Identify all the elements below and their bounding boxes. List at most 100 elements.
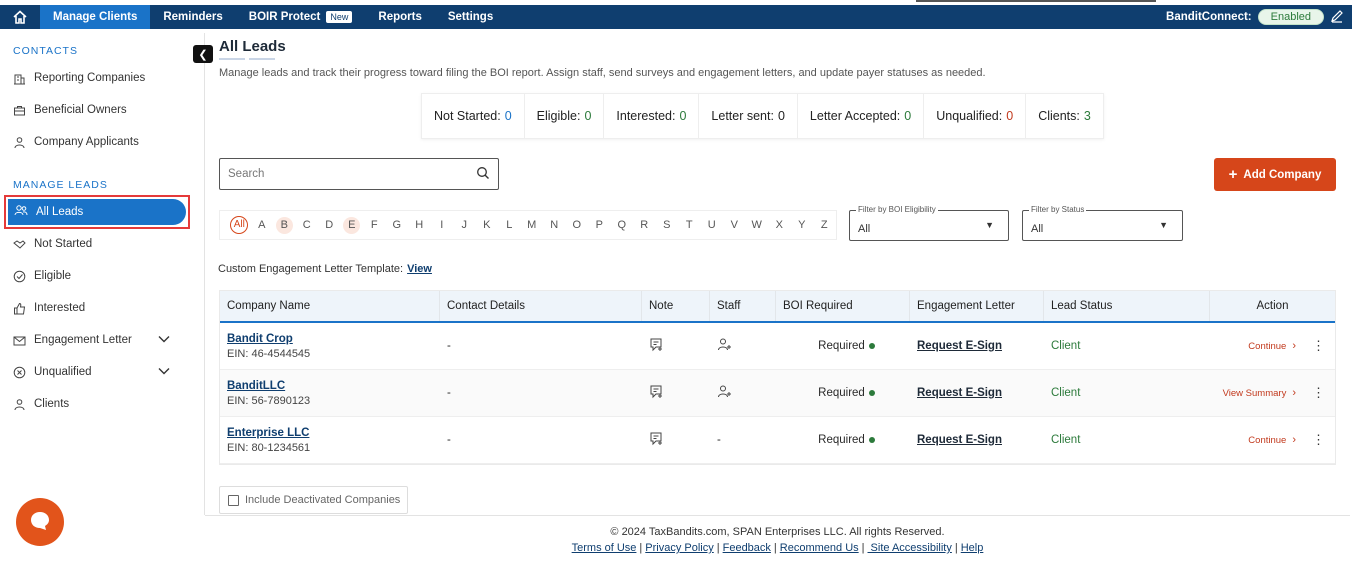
- boi-required-text: Required: [818, 387, 865, 399]
- alpha-filter-i[interactable]: I: [431, 219, 454, 231]
- chevron-right-icon[interactable]: ›: [1292, 434, 1296, 446]
- alpha-filter-c[interactable]: C: [296, 219, 319, 231]
- ein-text: EIN: 46-4544545: [227, 347, 311, 360]
- request-esign-link[interactable]: Request E-Sign: [917, 387, 1044, 399]
- alpha-filter-n[interactable]: N: [543, 219, 566, 231]
- add-note-icon[interactable]: [649, 337, 710, 355]
- search-icon[interactable]: [476, 166, 490, 183]
- chevron-right-icon[interactable]: ›: [1292, 387, 1296, 399]
- alpha-filter-p[interactable]: P: [588, 219, 611, 231]
- nav-manage-clients[interactable]: Manage Clients: [40, 5, 151, 29]
- sidebar-item-beneficial-owners[interactable]: Beneficial Owners: [13, 100, 127, 120]
- stat-clients[interactable]: Clients: 3: [1026, 94, 1103, 138]
- edit-icon[interactable]: [1330, 9, 1344, 26]
- alpha-filter-m[interactable]: M: [521, 219, 544, 231]
- sidebar-item-company-applicants[interactable]: Company Applicants: [13, 132, 139, 152]
- continue-link[interactable]: Continue: [1248, 435, 1286, 446]
- terms-link[interactable]: Terms of Use: [572, 542, 637, 554]
- alpha-filter-r[interactable]: R: [633, 219, 656, 231]
- stat-value: 0: [584, 109, 592, 123]
- status-filter[interactable]: Filter by Status All ▼: [1022, 205, 1183, 241]
- alpha-filter-j[interactable]: J: [453, 219, 476, 231]
- alpha-filter-b[interactable]: B: [273, 216, 296, 234]
- request-esign-link[interactable]: Request E-Sign: [917, 340, 1044, 352]
- chevron-down-icon[interactable]: [158, 332, 170, 346]
- collapse-sidebar-button[interactable]: ❮: [193, 45, 213, 63]
- nav-reminders[interactable]: Reminders: [150, 5, 235, 29]
- stat-eligible[interactable]: Eligible: 0: [525, 94, 605, 138]
- sidebar-item-not-started[interactable]: Not Started: [13, 234, 92, 254]
- alpha-filter-y[interactable]: Y: [791, 219, 814, 231]
- add-company-button[interactable]: + Add Company: [1214, 158, 1336, 191]
- accessibility-link[interactable]: Site Accessibility: [868, 542, 952, 554]
- alpha-filter-all[interactable]: All: [228, 216, 251, 234]
- company-name-link[interactable]: Enterprise LLC: [227, 427, 440, 439]
- stat-interested[interactable]: Interested: 0: [604, 94, 700, 138]
- more-options-icon[interactable]: ⋮: [1312, 338, 1325, 354]
- template-view-link[interactable]: View: [407, 263, 432, 275]
- stat-not-started[interactable]: Not Started: 0: [422, 94, 525, 138]
- alpha-filter-k[interactable]: K: [476, 219, 499, 231]
- status-dot: [868, 437, 875, 443]
- bandit-connect-status[interactable]: Enabled: [1257, 9, 1324, 25]
- alpha-filter-u[interactable]: U: [701, 219, 724, 231]
- chat-button[interactable]: [16, 498, 64, 546]
- sidebar-item-eligible[interactable]: Eligible: [13, 266, 71, 286]
- view-summary-link[interactable]: View Summary: [1223, 388, 1287, 399]
- stat-letter-sent[interactable]: Letter sent: 0: [699, 94, 798, 138]
- alpha-filter-l[interactable]: L: [498, 219, 521, 231]
- alpha-filter-h[interactable]: H: [408, 219, 431, 231]
- alpha-filter-s[interactable]: S: [656, 219, 679, 231]
- alpha-filter-z[interactable]: Z: [813, 219, 836, 231]
- continue-link[interactable]: Continue: [1248, 341, 1286, 352]
- alpha-filter-f[interactable]: F: [363, 219, 386, 231]
- alpha-filter-e[interactable]: E: [341, 216, 364, 234]
- lead-status-text: Client: [1051, 340, 1081, 352]
- chevron-right-icon[interactable]: ›: [1292, 340, 1296, 352]
- company-name-link[interactable]: Bandit Crop: [227, 333, 440, 345]
- nav-settings[interactable]: Settings: [435, 5, 506, 29]
- alpha-filter-q[interactable]: Q: [611, 219, 634, 231]
- help-link[interactable]: Help: [961, 542, 984, 554]
- search-input[interactable]: [228, 168, 476, 180]
- include-deactivated-toggle[interactable]: Include Deactivated Companies: [219, 486, 408, 514]
- sidebar-item-all-leads[interactable]: All Leads: [8, 199, 186, 225]
- alpha-filter-t[interactable]: T: [678, 219, 701, 231]
- sidebar-item-engagement-letter[interactable]: Engagement Letter: [13, 330, 132, 350]
- alpha-filter-g[interactable]: G: [386, 219, 409, 231]
- status-cell: Client: [1044, 417, 1210, 463]
- request-esign-link[interactable]: Request E-Sign: [917, 434, 1044, 446]
- add-note-icon[interactable]: [649, 384, 710, 402]
- alpha-filter-a[interactable]: A: [251, 219, 274, 231]
- company-name-link[interactable]: BanditLLC: [227, 380, 440, 392]
- alpha-filter-v[interactable]: V: [723, 219, 746, 231]
- chevron-down-icon[interactable]: [158, 364, 170, 378]
- more-options-icon[interactable]: ⋮: [1312, 385, 1325, 401]
- stat-unqualified[interactable]: Unqualified: 0: [924, 94, 1027, 138]
- nav-boir-protect[interactable]: BOIR Protect New: [236, 5, 366, 29]
- bandit-connect: BanditConnect: Enabled: [1166, 9, 1352, 26]
- sidebar-item-unqualified[interactable]: Unqualified: [13, 362, 92, 382]
- deactivated-checkbox[interactable]: [228, 494, 239, 506]
- note-cell: [642, 417, 710, 463]
- add-note-icon[interactable]: [649, 431, 710, 449]
- alpha-filter-x[interactable]: X: [768, 219, 791, 231]
- recommend-link[interactable]: Recommend Us: [780, 542, 859, 554]
- assign-staff-icon[interactable]: [717, 384, 776, 402]
- sidebar-item-interested[interactable]: Interested: [13, 298, 85, 318]
- boi-eligibility-filter[interactable]: Filter by BOI Eligibility All ▼: [849, 205, 1009, 241]
- alpha-filter-w[interactable]: W: [746, 219, 769, 231]
- sidebar-item-clients[interactable]: Clients: [13, 394, 69, 414]
- assign-staff-icon[interactable]: [717, 337, 776, 355]
- sidebar-item-reporting-companies[interactable]: Reporting Companies: [13, 68, 145, 88]
- more-options-icon[interactable]: ⋮: [1312, 432, 1325, 448]
- nav-reports[interactable]: Reports: [365, 5, 434, 29]
- stat-letter-accepted[interactable]: Letter Accepted: 0: [798, 94, 925, 138]
- alpha-filter-o[interactable]: O: [566, 219, 589, 231]
- col-company-name[interactable]: Company Name: [220, 291, 440, 321]
- home-icon[interactable]: [0, 5, 40, 29]
- privacy-link[interactable]: Privacy Policy: [645, 542, 713, 554]
- feedback-link[interactable]: Feedback: [723, 542, 771, 554]
- alpha-filter-d[interactable]: D: [318, 219, 341, 231]
- alpha-letter: Z: [820, 219, 828, 231]
